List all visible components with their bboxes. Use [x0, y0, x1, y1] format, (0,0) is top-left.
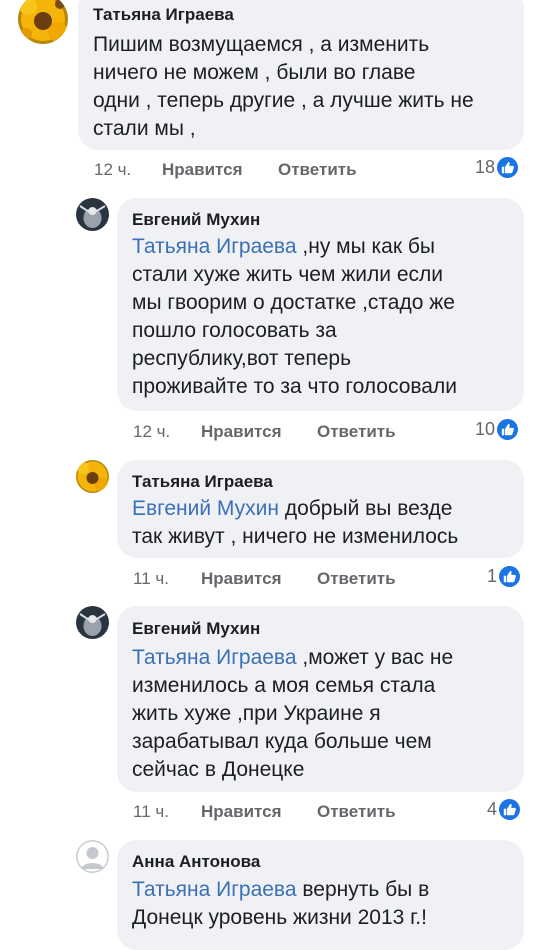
- comment-bubble: Татьяна Играева Пишим возмущаемся , а из…: [78, 0, 524, 150]
- sunflower-icon: [18, 0, 68, 44]
- comment-line: Татьяна Играева ,ну мы как бы: [132, 233, 457, 261]
- reply-button[interactable]: Ответить: [317, 802, 396, 822]
- comment-line: стали мы ,: [93, 117, 196, 140]
- comment-text: Татьяна Играева ,ну мы как бы стали хуже…: [132, 233, 457, 401]
- comment-line-text: вернуть бы в: [296, 878, 430, 901]
- mention-link[interactable]: Евгений Мухин: [132, 497, 279, 520]
- comment-author[interactable]: Анна Антонова: [132, 852, 260, 872]
- comment-bubble: Евгений Мухин Татьяна Играева ,ну мы как…: [117, 198, 524, 411]
- mention-link[interactable]: Татьяна Играева: [132, 646, 297, 669]
- comment-line: Татьяна Играева вернуть бы в: [132, 876, 429, 904]
- comment-line-text: ,ну мы как бы: [296, 235, 435, 258]
- reply-button[interactable]: Ответить: [317, 422, 396, 442]
- thumbs-up-icon: [499, 799, 521, 820]
- reaction-count-value: 10: [475, 419, 496, 439]
- comment-time[interactable]: 12 ч.: [94, 160, 131, 180]
- comment-line: так живут , ничего не изменилось: [132, 525, 459, 548]
- comment-text: Татьяна Играева вернуть бы в Донецк уров…: [132, 876, 429, 932]
- reply-button[interactable]: Ответить: [317, 569, 396, 589]
- comment-time[interactable]: 11 ч.: [133, 802, 169, 822]
- like-button[interactable]: Нравится: [201, 569, 282, 589]
- reaction-count-value: 18: [475, 157, 496, 177]
- dark-avatar[interactable]: [76, 606, 109, 639]
- sunflower-avatar[interactable]: [18, 0, 68, 44]
- comment-line: ничего не можем , были во главе: [93, 61, 416, 84]
- reaction-count[interactable]: 4: [487, 799, 521, 820]
- person-placeholder-icon: [76, 840, 109, 873]
- comment-text: Пишим возмущаемся , а изменить ничего не…: [93, 31, 474, 143]
- comment-line: Татьяна Играева ,может у вас не: [132, 644, 453, 672]
- comment-line-text: добрый вы везде: [279, 497, 453, 520]
- mention-link[interactable]: Татьяна Играева: [132, 878, 297, 901]
- comment-time[interactable]: 11 ч.: [133, 569, 169, 589]
- comment-text: Татьяна Играева ,может у вас не изменило…: [132, 644, 453, 784]
- thumbs-up-icon: [497, 419, 519, 440]
- comment-line: жить хуже ,при Украине я: [132, 702, 381, 725]
- comment-time[interactable]: 12 ч.: [133, 422, 170, 442]
- comment-line: одни , теперь другие , а лучше жить не: [93, 89, 474, 112]
- thumbs-up-icon: [499, 566, 521, 587]
- comment-line: республику,вот теперь: [132, 347, 352, 370]
- thumbs-up-icon: [497, 157, 519, 178]
- comment-author[interactable]: Татьяна Играева: [132, 472, 273, 492]
- reaction-count[interactable]: 10: [475, 419, 519, 440]
- comment-line: стали хуже жить чем жили если: [132, 263, 444, 286]
- comment-author[interactable]: Евгений Мухин: [132, 210, 260, 230]
- profile-photo-icon: [76, 606, 109, 639]
- profile-photo-icon: [76, 198, 109, 231]
- like-button[interactable]: Нравится: [201, 422, 282, 442]
- comment-line: изменилось а моя семья стала: [132, 674, 436, 697]
- sunflower-icon: [76, 460, 109, 493]
- comment-line: сейчас в Донецке: [132, 758, 305, 781]
- comment-line: пошло голосовать за: [132, 319, 337, 342]
- comment-line-text: ,может у вас не: [296, 646, 454, 669]
- comment-bubble: Евгений Мухин Татьяна Играева ,может у в…: [117, 606, 524, 792]
- comment-line: зарабатывал куда больше чем: [132, 730, 432, 753]
- comment-line: проживайте то за что голосовали: [132, 375, 457, 398]
- dark-avatar[interactable]: [76, 198, 109, 231]
- sunflower-avatar[interactable]: [76, 460, 109, 493]
- comment-author[interactable]: Евгений Мухин: [132, 619, 260, 639]
- like-button[interactable]: Нравится: [201, 802, 282, 822]
- default-avatar[interactable]: [76, 840, 109, 873]
- reply-button[interactable]: Ответить: [278, 160, 357, 180]
- reaction-count[interactable]: 18: [475, 157, 519, 178]
- comment-bubble: Анна Антонова Татьяна Играева вернуть бы…: [117, 840, 524, 950]
- mention-link[interactable]: Татьяна Играева: [132, 235, 297, 258]
- comment-author[interactable]: Татьяна Играева: [93, 5, 234, 25]
- comment-line: мы гвоорим о достатке ,стадо же: [132, 291, 455, 314]
- reaction-count-value: 1: [487, 566, 498, 586]
- like-button[interactable]: Нравится: [162, 160, 243, 180]
- comment-line: Евгений Мухин добрый вы везде: [132, 495, 458, 523]
- comment-line: Пишим возмущаемся , а изменить: [93, 33, 430, 56]
- reaction-count[interactable]: 1: [487, 566, 521, 587]
- reaction-count-value: 4: [487, 799, 498, 819]
- comment-bubble: Татьяна Играева Евгений Мухин добрый вы …: [117, 460, 524, 558]
- comment-text: Евгений Мухин добрый вы везде так живут …: [132, 495, 458, 551]
